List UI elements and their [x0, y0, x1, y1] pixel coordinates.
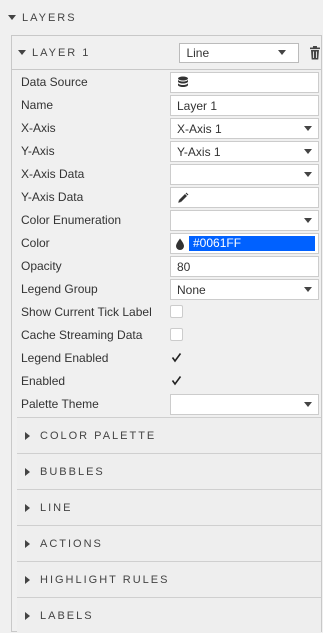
x-axis-value: X-Axis 1: [177, 121, 222, 136]
section-highlight-rules-label: HIGHLIGHT RULES: [40, 573, 170, 586]
cache-streaming-data-checkbox[interactable]: [170, 328, 183, 341]
palette-theme-select[interactable]: [170, 394, 319, 415]
section-line[interactable]: LINE: [17, 489, 321, 525]
section-bubbles-label: BUBBLES: [40, 465, 105, 478]
layer-type-select[interactable]: Line: [179, 42, 300, 63]
checkmark-icon: [171, 353, 182, 363]
chevron-down-icon: [8, 15, 16, 20]
x-axis-select[interactable]: X-Axis 1: [170, 118, 319, 139]
legend-group-value: None: [177, 282, 206, 297]
dropdown-arrow-icon: [304, 149, 312, 154]
row-x-axis-data: X-Axis Data: [12, 163, 321, 186]
droplet-icon: [176, 238, 184, 250]
layer-title: LAYER 1: [32, 46, 91, 59]
name-label: Name: [21, 98, 54, 112]
opacity-value: 80: [177, 259, 191, 274]
show-current-tick-label-checkbox[interactable]: [170, 305, 183, 318]
chevron-right-icon: [25, 539, 30, 548]
row-cache-streaming-data: Cache Streaming Data: [12, 324, 321, 347]
checkmark-icon: [171, 376, 182, 386]
section-bubbles[interactable]: BUBBLES: [17, 453, 321, 489]
section-actions[interactable]: ACTIONS: [17, 525, 321, 561]
y-axis-select[interactable]: Y-Axis 1: [170, 141, 319, 162]
cache-streaming-data-label: Cache Streaming Data: [21, 328, 143, 342]
y-axis-label: Y-Axis: [21, 144, 55, 158]
database-icon: [178, 76, 188, 87]
dropdown-arrow-icon: [304, 172, 312, 177]
enabled-label: Enabled: [21, 374, 66, 388]
section-labels[interactable]: LABELS: [17, 597, 321, 633]
chevron-right-icon: [25, 431, 30, 440]
section-highlight-rules[interactable]: HIGHLIGHT RULES: [17, 561, 321, 597]
opacity-label: Opacity: [21, 259, 62, 273]
chevron-right-icon: [25, 611, 30, 620]
dropdown-arrow-icon: [304, 287, 312, 292]
section-color-palette[interactable]: COLOR PALETTE: [17, 417, 321, 453]
layer-panel: LAYER 1 Line Data Source Name Layer 1 X-…: [11, 35, 322, 633]
trash-icon[interactable]: [309, 45, 321, 60]
dropdown-arrow-icon: [304, 126, 312, 131]
color-picker[interactable]: #0061FF: [170, 233, 319, 254]
row-color-enumeration: Color Enumeration: [12, 209, 321, 232]
legend-group-select[interactable]: None: [170, 279, 319, 300]
data-source-label: Data Source: [21, 75, 88, 89]
name-input[interactable]: Layer 1: [170, 95, 319, 116]
legend-group-label: Legend Group: [21, 282, 98, 296]
y-axis-data-field[interactable]: [170, 187, 319, 208]
row-x-axis: X-Axis X-Axis 1: [12, 117, 321, 140]
row-data-source: Data Source: [12, 71, 321, 94]
pencil-icon: [178, 192, 189, 203]
y-axis-data-label: Y-Axis Data: [21, 190, 84, 204]
dropdown-arrow-icon: [278, 50, 287, 55]
dropdown-arrow-icon: [304, 218, 312, 223]
section-labels-label: LABELS: [40, 609, 94, 622]
row-color: Color #0061FF: [12, 232, 321, 255]
enabled-checkbox[interactable]: [170, 374, 183, 387]
chevron-right-icon: [25, 575, 30, 584]
x-axis-data-select[interactable]: [170, 164, 319, 185]
color-swatch-value: #0061FF: [189, 236, 315, 251]
row-y-axis: Y-Axis Y-Axis 1: [12, 140, 321, 163]
layers-section-header[interactable]: LAYERS: [0, 0, 323, 35]
chevron-right-icon: [25, 503, 30, 512]
layer-header[interactable]: LAYER 1 Line: [12, 36, 321, 70]
chevron-down-icon: [18, 50, 26, 55]
row-name: Name Layer 1: [12, 94, 321, 117]
palette-theme-label: Palette Theme: [21, 397, 99, 411]
legend-enabled-checkbox[interactable]: [170, 351, 183, 364]
section-color-palette-label: COLOR PALETTE: [40, 429, 157, 442]
section-actions-label: ACTIONS: [40, 537, 103, 550]
color-label: Color: [21, 236, 50, 250]
color-enumeration-select[interactable]: [170, 210, 319, 231]
opacity-input[interactable]: 80: [170, 256, 319, 277]
row-enabled: Enabled: [12, 370, 321, 393]
layers-title: LAYERS: [22, 11, 77, 24]
row-legend-enabled: Legend Enabled: [12, 347, 321, 370]
row-opacity: Opacity 80: [12, 255, 321, 278]
layer-type-value: Line: [186, 45, 210, 60]
y-axis-value: Y-Axis 1: [177, 144, 221, 159]
legend-enabled-label: Legend Enabled: [21, 351, 109, 365]
x-axis-label: X-Axis: [21, 121, 56, 135]
x-axis-data-label: X-Axis Data: [21, 167, 85, 181]
row-show-current-tick-label: Show Current Tick Label: [12, 301, 321, 324]
dropdown-arrow-icon: [304, 402, 312, 407]
row-y-axis-data: Y-Axis Data: [12, 186, 321, 209]
chevron-right-icon: [25, 467, 30, 476]
section-line-label: LINE: [40, 501, 73, 514]
show-current-tick-label-label: Show Current Tick Label: [21, 305, 152, 319]
name-value: Layer 1: [177, 98, 218, 113]
data-source-field[interactable]: [170, 72, 319, 93]
row-palette-theme: Palette Theme: [12, 393, 321, 416]
row-legend-group: Legend Group None: [12, 278, 321, 301]
color-enumeration-label: Color Enumeration: [21, 213, 122, 227]
